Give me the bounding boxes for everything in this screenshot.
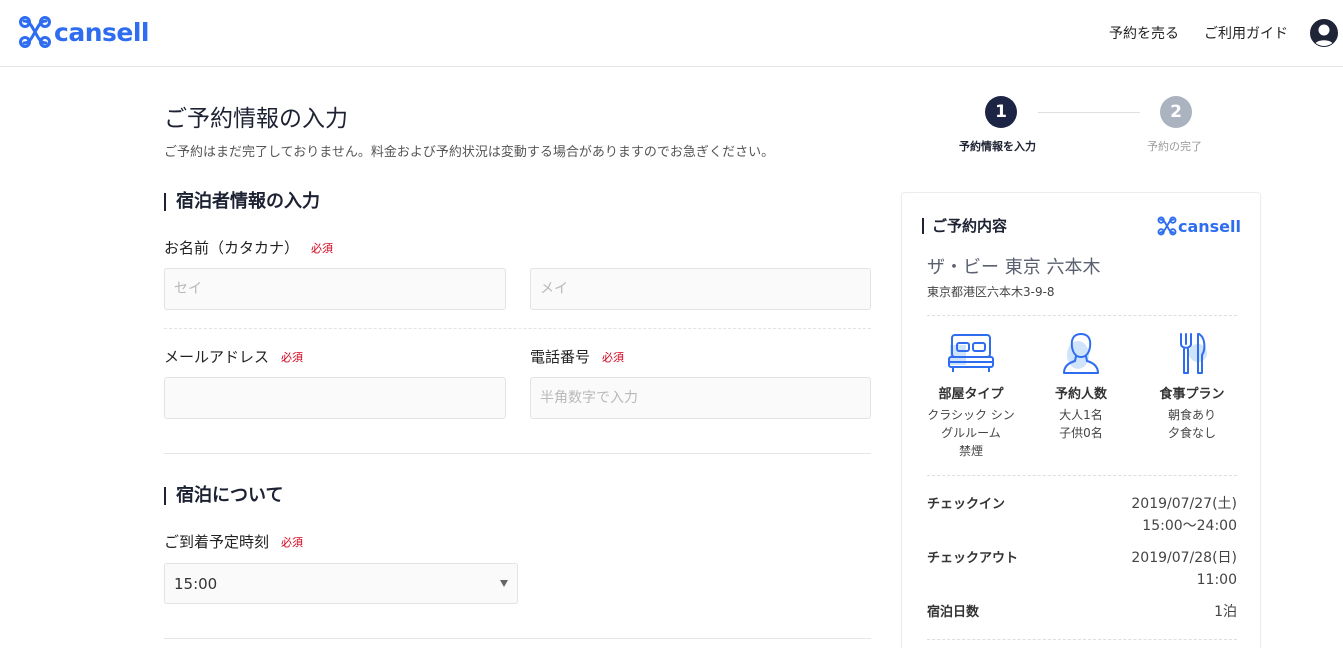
feature-value-line: グルルーム — [941, 426, 1001, 440]
feature-value: 朝食あり 夕食なし — [1137, 406, 1247, 442]
feature-value-line: 禁煙 — [958, 444, 983, 458]
step-1-label: 予約情報を入力 — [959, 140, 1036, 153]
required-badge: 必須 — [281, 536, 304, 549]
step-2-circle: 2 — [1160, 96, 1192, 128]
field-divider — [164, 328, 871, 329]
hotel-address: 東京都港区六本木3-9-8 — [927, 285, 1055, 299]
mei-input[interactable] — [530, 268, 871, 310]
step-1-circle: 1 — [985, 96, 1017, 128]
checkin-label: チェックイン — [927, 497, 1006, 512]
feature-meal-plan: 食事プラン 朝食あり 夕食なし — [1137, 331, 1247, 442]
nav-sell-reservation[interactable]: 予約を売る — [1109, 23, 1179, 43]
nights-label: 宿泊日数 — [927, 605, 980, 620]
step-2-label: 予約の完了 — [1147, 140, 1202, 153]
section-title-guest: 宿泊者情報の入力 — [164, 193, 320, 211]
name-field-label: お名前（カタカナ） 必須 — [164, 237, 333, 258]
reservation-summary-card: ご予約内容 cansell ザ・ビー 東京 六本木 東京都港区六本木3-9-8 — [901, 192, 1261, 648]
fork-knife-icon — [1180, 333, 1207, 374]
required-badge: 必須 — [311, 242, 334, 255]
name-label-text: お名前（カタカナ） — [164, 239, 300, 257]
feature-value-line: 子供0名 — [1059, 426, 1103, 440]
arrival-time-value: 15:00 — [174, 575, 218, 593]
site-header: cansell 予約を売る ご利用ガイド — [0, 0, 1343, 67]
page-title: ご予約情報の入力 — [164, 106, 348, 132]
arrival-label-text: ご到着予定時刻 — [164, 533, 270, 551]
bed-icon — [948, 334, 994, 372]
arrival-time-select[interactable]: 15:00 — [164, 563, 518, 604]
phone-input[interactable] — [530, 377, 871, 419]
feature-label: 食事プラン — [1159, 387, 1225, 402]
feature-value-line: 夕食なし — [1167, 426, 1216, 440]
card-logo-text: cansell — [1177, 216, 1241, 236]
progress-steps: 1 2 予約情報を入力 予約の完了 — [940, 96, 1240, 156]
phone-label-text: 電話番号 — [530, 348, 591, 366]
checkout-label: チェックアウト — [927, 551, 1019, 566]
dropdown-arrow-icon — [500, 580, 508, 587]
nav-user-guide[interactable]: ご利用ガイド — [1204, 23, 1288, 43]
step-connector — [1038, 112, 1140, 113]
sei-input[interactable] — [164, 268, 506, 310]
checkout-value: 2019/07/28(日) 11:00 — [1131, 547, 1237, 591]
phone-field-label: 電話番号 必須 — [530, 346, 624, 367]
required-badge: 必須 — [602, 351, 625, 364]
section-divider — [164, 638, 871, 639]
checkout-time: 11:00 — [1196, 572, 1237, 588]
feature-value-line: 大人1名 — [1059, 408, 1103, 422]
section-title-stay: 宿泊について — [164, 487, 283, 505]
feature-value: 大人1名 子供0名 — [1026, 406, 1136, 442]
card-divider — [927, 475, 1237, 476]
user-avatar-icon[interactable] — [1310, 19, 1338, 47]
arrival-field-label: ご到着予定時刻 必須 — [164, 531, 303, 552]
nights-value: 1泊 — [1214, 601, 1237, 623]
feature-label: 予約人数 — [1054, 387, 1107, 402]
cansell-logo-icon — [19, 16, 51, 48]
nights-count: 1泊 — [1214, 604, 1237, 620]
checkin-date: 2019/07/27(土) — [1131, 496, 1237, 512]
page-note: ご予約はまだ完了しておりません。料金および予約状況は変動する場合がありますのでお… — [164, 145, 775, 160]
checkout-date: 2019/07/28(日) — [1131, 550, 1237, 566]
cansell-logo[interactable]: cansell — [18, 14, 149, 50]
logo-text: cansell — [54, 17, 149, 47]
feature-value: クラシック シン グルルーム 禁煙 — [916, 406, 1026, 460]
feature-label: 部屋タイプ — [938, 387, 1004, 402]
cansell-logo-icon — [1157, 216, 1177, 236]
feature-guests: 予約人数 大人1名 子供0名 — [1026, 331, 1136, 442]
email-label-text: メールアドレス — [164, 348, 270, 366]
email-input[interactable] — [164, 377, 506, 419]
summary-title: ご予約内容 — [922, 218, 1007, 234]
card-divider — [927, 639, 1237, 640]
card-cansell-logo: cansell — [1157, 216, 1241, 236]
card-divider — [927, 315, 1237, 316]
person-icon — [1063, 333, 1099, 374]
header-nav: 予約を売る ご利用ガイド — [1109, 0, 1343, 66]
checkin-value: 2019/07/27(土) 15:00〜24:00 — [1131, 493, 1237, 537]
checkin-time: 15:00〜24:00 — [1142, 518, 1237, 534]
feature-value-line: 朝食あり — [1167, 408, 1216, 422]
section-divider — [164, 453, 871, 454]
feature-value-line: クラシック シン — [927, 408, 1015, 422]
feature-room-type: 部屋タイプ クラシック シン グルルーム 禁煙 — [916, 331, 1026, 460]
hotel-name: ザ・ビー 東京 六本木 — [927, 257, 1101, 278]
email-field-label: メールアドレス 必須 — [164, 346, 303, 367]
required-badge: 必須 — [281, 351, 304, 364]
